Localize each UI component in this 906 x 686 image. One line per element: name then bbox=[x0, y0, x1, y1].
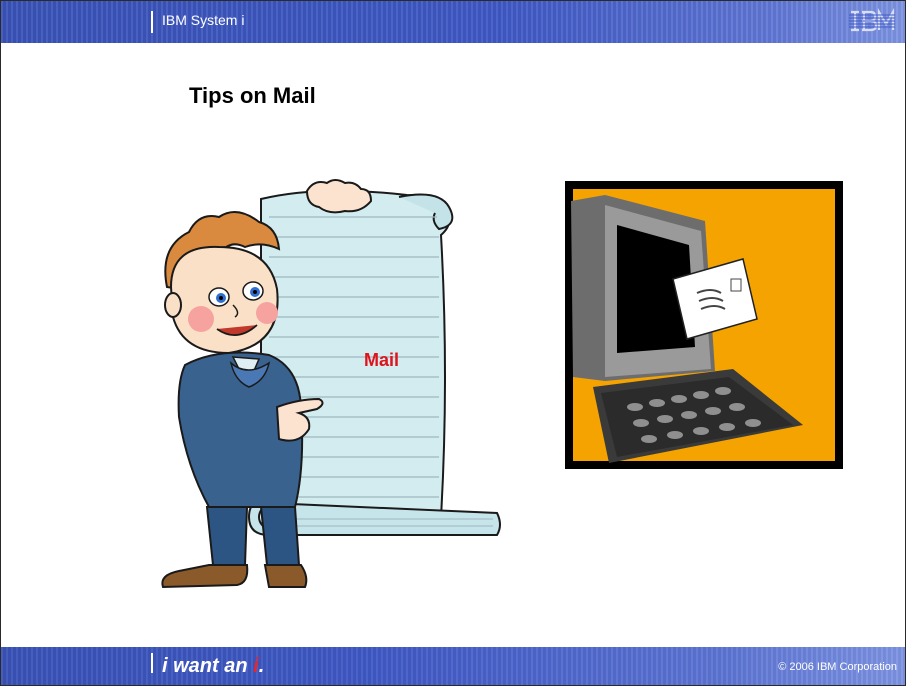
scroll-mail-label: Mail bbox=[364, 350, 400, 370]
computer-letter-icon bbox=[565, 181, 843, 469]
ibm-logo-icon bbox=[849, 8, 895, 32]
footer-tagline: i want an i. bbox=[162, 655, 264, 678]
boy-holding-scroll-icon bbox=[161, 179, 501, 589]
footer-separator bbox=[151, 653, 153, 673]
header-title: IBM System i bbox=[162, 12, 245, 28]
slide: IBM System i Tips on Mail Mail i want an… bbox=[0, 0, 906, 686]
footer-copyright: © 2006 IBM Corporation bbox=[778, 661, 897, 673]
footer-texture bbox=[1, 647, 905, 685]
header-bar: IBM System i bbox=[1, 1, 905, 43]
header-texture bbox=[1, 1, 905, 43]
slide-title: Tips on Mail bbox=[189, 83, 316, 108]
tagline-prefix: i want an bbox=[162, 655, 254, 677]
footer-bar: i want an i. © 2006 IBM Corporation bbox=[1, 647, 905, 685]
tagline-suffix: . bbox=[258, 655, 265, 677]
header-separator bbox=[151, 11, 153, 33]
